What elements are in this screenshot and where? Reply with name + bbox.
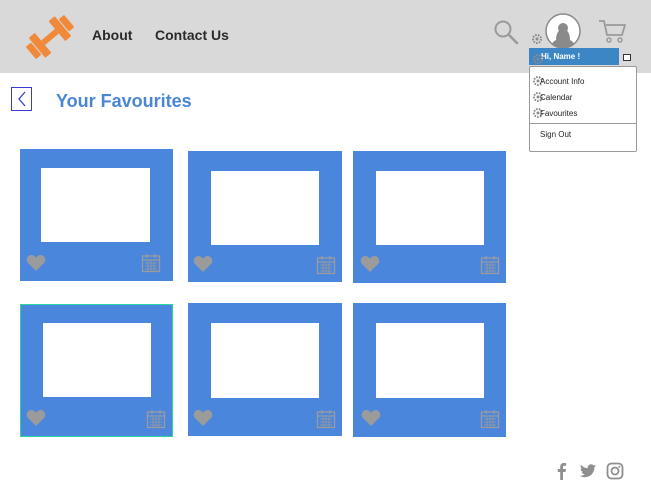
heart-icon[interactable] <box>26 254 46 272</box>
favourite-card[interactable] <box>353 303 506 437</box>
menu-item-account-info[interactable]: Account Info <box>540 77 584 86</box>
card-image-placeholder <box>376 323 484 398</box>
menu-item-sign-out[interactable]: Sign Out <box>540 130 571 139</box>
nav-about-link[interactable]: About <box>92 27 132 43</box>
nav-contact-link[interactable]: Contact Us <box>155 27 229 43</box>
favourite-card[interactable] <box>188 151 342 282</box>
calendar-icon[interactable] <box>316 409 336 429</box>
page-title: Your Favourites <box>56 91 192 111</box>
back-button[interactable] <box>11 87 32 111</box>
favourite-card[interactable] <box>188 303 342 436</box>
user-avatar-icon[interactable] <box>545 13 581 49</box>
chevron-left-icon <box>18 91 26 107</box>
heart-icon[interactable] <box>193 409 213 427</box>
search-icon[interactable] <box>492 19 520 45</box>
card-image-placeholder <box>43 323 151 397</box>
calendar-icon[interactable] <box>480 409 500 429</box>
menu-item-favourites[interactable]: Favourites <box>540 109 577 118</box>
calendar-icon[interactable] <box>141 253 161 273</box>
menu-divider <box>530 123 636 124</box>
gear-icon <box>533 54 543 64</box>
instagram-icon[interactable] <box>606 462 624 480</box>
cart-icon[interactable] <box>597 18 627 44</box>
heart-icon[interactable] <box>193 255 213 273</box>
page: About Contact Us Hi, Name ! Account Info… <box>0 0 651 489</box>
card-image-placeholder <box>211 323 319 398</box>
favourite-card-selected[interactable] <box>20 304 173 437</box>
favourite-card[interactable] <box>353 151 506 283</box>
heart-icon[interactable] <box>26 409 46 427</box>
menu-item-calendar[interactable]: Calendar <box>540 93 572 102</box>
dumbbell-logo-icon[interactable] <box>22 12 78 62</box>
calendar-icon[interactable] <box>316 255 336 275</box>
menu-toggle-checkbox[interactable] <box>623 54 631 61</box>
twitter-icon[interactable] <box>579 462 597 480</box>
card-image-placeholder <box>376 171 484 245</box>
calendar-icon[interactable] <box>480 255 500 275</box>
card-image-placeholder <box>41 168 150 242</box>
heart-icon[interactable] <box>361 409 381 427</box>
user-dropdown-menu: Account Info Calendar Favourites Sign Ou… <box>529 54 637 152</box>
favourite-card[interactable] <box>20 149 173 281</box>
facebook-icon[interactable] <box>553 462 571 480</box>
card-image-placeholder <box>211 171 319 245</box>
calendar-icon[interactable] <box>146 409 166 429</box>
heart-icon[interactable] <box>360 255 380 273</box>
gear-icon <box>532 34 542 44</box>
